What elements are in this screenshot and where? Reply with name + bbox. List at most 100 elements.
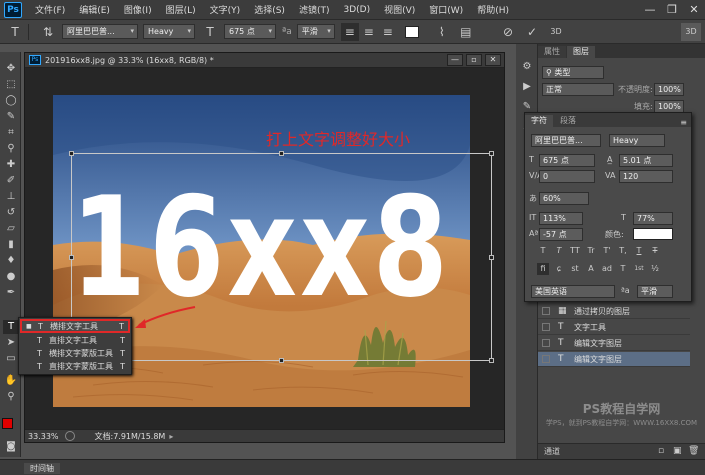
toggle-orientation-icon[interactable]: ⇅ <box>39 23 57 41</box>
trash-icon[interactable]: 🗑 <box>688 446 699 456</box>
menu-edit[interactable]: 编辑(E) <box>72 3 117 16</box>
faux-italic-button[interactable]: T <box>553 245 565 257</box>
align-left-icon[interactable]: ≡ <box>340 22 359 41</box>
type-tool-preset-icon[interactable]: T <box>6 23 24 41</box>
foreground-color-swatch[interactable] <box>2 418 13 429</box>
ordinals-button[interactable]: 1st <box>633 263 645 275</box>
path-select-tool-icon[interactable]: ➤ <box>3 336 19 350</box>
tab-channels[interactable]: 通道 <box>544 446 560 457</box>
menu-file[interactable]: 文件(F) <box>28 3 72 16</box>
restore-button[interactable]: ❐ <box>661 2 683 18</box>
brush-tool-icon[interactable]: ✐ <box>3 174 19 188</box>
panel-menu-icon[interactable]: ≡ <box>680 118 687 127</box>
char-anti-alias-select[interactable]: 平滑 <box>637 285 673 298</box>
tab-character[interactable]: 字符 <box>525 115 553 127</box>
flyout-horizontal-type-mask-tool[interactable]: T 横排文字蒙版工具 T <box>21 348 129 360</box>
align-center-icon[interactable]: ≡ <box>360 23 378 41</box>
close-button[interactable]: ✕ <box>683 2 705 18</box>
menu-image[interactable]: 图像(I) <box>117 3 159 16</box>
quick-mask-icon[interactable]: ◙ <box>3 440 19 454</box>
quick-select-tool-icon[interactable]: ✎ <box>3 110 19 124</box>
char-vscale-input[interactable]: 113% <box>539 212 583 225</box>
ligature-button[interactable]: fi <box>537 263 549 275</box>
fractions-button[interactable]: ½ <box>649 263 661 275</box>
hand-tool-icon[interactable]: ✋ <box>3 374 19 388</box>
status-info-icon[interactable] <box>64 431 75 441</box>
font-size-select[interactable]: 675 点 ▾ <box>224 24 276 39</box>
discretionary-lig-button[interactable]: st <box>569 263 581 275</box>
crop-tool-icon[interactable]: ⌗ <box>3 126 19 140</box>
3d-workspace-icon[interactable]: 3D <box>681 22 701 41</box>
new-layer-icon[interactable]: ▫ <box>658 446 664 456</box>
transform-handle[interactable] <box>489 151 494 156</box>
move-tool-icon[interactable]: ✥ <box>3 62 19 76</box>
visibility-toggle[interactable] <box>542 323 550 331</box>
clone-stamp-tool-icon[interactable]: ⊥ <box>3 190 19 204</box>
transform-handle[interactable] <box>279 358 284 363</box>
anti-alias-select[interactable]: 平滑 ▾ <box>296 24 335 39</box>
pen-tool-icon[interactable]: ✒ <box>3 286 19 300</box>
transform-handle[interactable] <box>489 358 494 363</box>
small-caps-button[interactable]: Tr <box>585 245 597 257</box>
strikethrough-button[interactable]: T <box>649 245 661 257</box>
layer-filter-select[interactable]: ⚲ 类型 <box>542 66 604 79</box>
new-channel-icon[interactable]: ▣ <box>673 446 682 456</box>
char-tsume-input[interactable]: 60% <box>539 192 589 205</box>
blur-tool-icon[interactable]: ♦ <box>3 254 19 268</box>
gradient-tool-icon[interactable]: ▮ <box>3 238 19 252</box>
doc-maximize-button[interactable]: ▫ <box>466 54 482 66</box>
shape-tool-icon[interactable]: ▭ <box>3 352 19 366</box>
subscript-button[interactable]: T, <box>617 245 629 257</box>
font-family-select[interactable]: 阿里巴巴普... ▾ <box>62 24 138 39</box>
commit-check-icon[interactable]: ✓ <box>523 23 541 41</box>
layer-row[interactable]: ▦ 通过拷贝的图层 <box>538 304 690 319</box>
zoom-level[interactable]: 33.33% <box>28 432 59 441</box>
visibility-toggle[interactable] <box>542 339 550 347</box>
flyout-vertical-type-tool[interactable]: T 直排文字工具 T <box>21 335 129 347</box>
doc-minimize-button[interactable]: — <box>447 54 463 66</box>
tab-paragraph[interactable]: 段落 <box>554 115 582 127</box>
char-font-family-select[interactable]: 阿里巴巴普... <box>531 134 601 147</box>
layer-row[interactable]: T 编辑文字图层 <box>538 336 690 351</box>
char-kerning-input[interactable]: 0 <box>539 170 595 183</box>
menu-view[interactable]: 视图(V) <box>377 3 422 16</box>
all-caps-button[interactable]: TT <box>569 245 581 257</box>
swash-button[interactable]: A <box>585 263 597 275</box>
lasso-tool-icon[interactable]: ◯ <box>3 94 19 108</box>
stylistic-alt-button[interactable]: ad <box>601 263 613 275</box>
char-font-style-select[interactable]: Heavy <box>609 134 665 147</box>
tab-layers[interactable]: 图层 <box>567 46 595 58</box>
eyedropper-tool-icon[interactable]: ⚲ <box>3 142 19 156</box>
visibility-toggle[interactable] <box>542 307 550 315</box>
layer-row[interactable]: T 文字工具 <box>538 320 690 335</box>
superscript-button[interactable]: T' <box>601 245 613 257</box>
menu-3d[interactable]: 3D(D) <box>336 5 377 15</box>
warp-text-icon[interactable]: ⌇ <box>433 23 451 41</box>
doc-close-button[interactable]: ✕ <box>485 54 501 66</box>
menu-select[interactable]: 选择(S) <box>247 3 292 16</box>
cancel-icon[interactable]: ⊘ <box>499 23 517 41</box>
menu-help[interactable]: 帮助(H) <box>470 3 516 16</box>
zoom-tool-icon[interactable]: ⚲ <box>3 390 19 404</box>
flyout-vertical-type-mask-tool[interactable]: T 直排文字蒙版工具 T <box>21 361 129 373</box>
faux-bold-button[interactable]: T <box>537 245 549 257</box>
status-menu-arrow-icon[interactable]: ▸ <box>169 432 173 441</box>
align-right-icon[interactable]: ≡ <box>379 23 397 41</box>
type-tool-icon[interactable]: T <box>3 320 19 334</box>
3d-icon[interactable]: 3D <box>547 23 565 41</box>
marquee-tool-icon[interactable]: ⬚ <box>3 78 19 92</box>
char-size-input[interactable]: 675 点 <box>539 154 595 167</box>
char-baseline-input[interactable]: -57 点 <box>539 228 583 241</box>
healing-tool-icon[interactable]: ✚ <box>3 158 19 172</box>
menu-type[interactable]: 文字(Y) <box>203 3 248 16</box>
visibility-toggle[interactable] <box>542 355 550 363</box>
underline-button[interactable]: T <box>633 245 645 257</box>
char-color-swatch[interactable] <box>633 228 673 240</box>
char-leading-input[interactable]: 5.01 点 <box>619 154 673 167</box>
opacity-input[interactable]: 100% <box>654 83 684 96</box>
transform-handle[interactable] <box>69 255 74 260</box>
transform-handle[interactable] <box>69 151 74 156</box>
transform-handle[interactable] <box>489 255 494 260</box>
tab-properties[interactable]: 属性 <box>538 46 566 58</box>
transform-handle[interactable] <box>279 151 284 156</box>
